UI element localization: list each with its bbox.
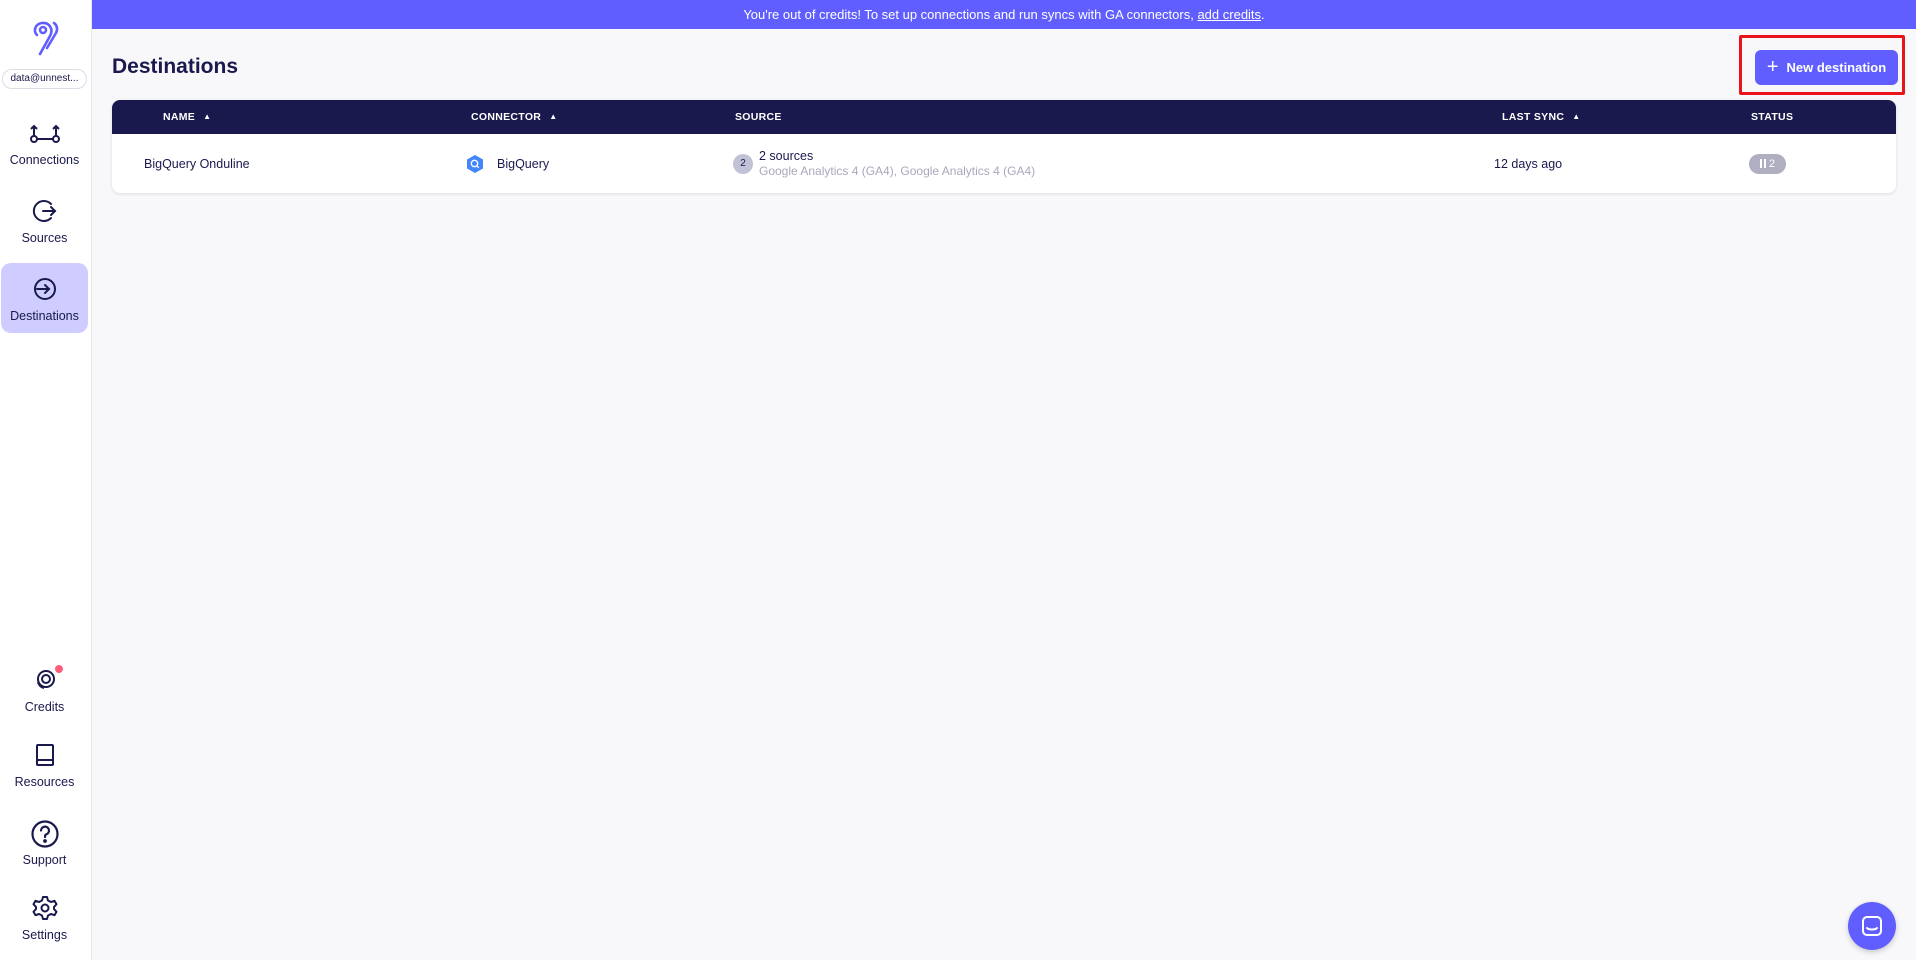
column-header-last-sync[interactable]: LAST SYNC ▲ (1502, 100, 1580, 134)
sort-up-icon: ▲ (549, 112, 558, 121)
status-badge: 2 (1749, 153, 1786, 174)
airbyte-logo-icon[interactable] (26, 18, 62, 58)
new-destination-label: New destination (1786, 60, 1887, 75)
notification-dot (54, 664, 64, 674)
chat-launcher-button[interactable] (1848, 902, 1896, 950)
book-icon (35, 744, 54, 766)
sidebar-item-resources[interactable]: Resources (1, 729, 88, 799)
destination-name: BigQuery Onduline (144, 156, 250, 171)
sidebar-item-credits[interactable]: Credits (1, 654, 88, 724)
sidebar-item-settings[interactable]: Settings (1, 882, 88, 952)
source-count-text: 2 sources (759, 148, 814, 163)
column-header-name[interactable]: NAME ▲ (163, 100, 211, 134)
pause-icon (1759, 159, 1766, 168)
connections-icon (29, 124, 60, 143)
workspace-selector[interactable]: data@unnest... (2, 69, 87, 89)
sidebar-item-label: Connections (9, 153, 80, 167)
sidebar-item-sources[interactable]: Sources (1, 185, 88, 255)
help-icon (30, 820, 59, 848)
page-title: Destinations (112, 55, 239, 78)
add-credits-link[interactable]: add credits (1197, 7, 1261, 22)
sidebar-item-connections[interactable]: Connections (1, 107, 88, 177)
sidebar-item-label: Destinations (10, 309, 79, 323)
header-label: CONNECTOR (471, 111, 542, 123)
new-destination-button[interactable]: + New destination (1755, 50, 1898, 85)
table-header: NAME ▲ CONNECTOR ▲ SOURCE LAST SYNC ▲ ST… (112, 100, 1896, 134)
source-count-badge: 2 (733, 153, 753, 174)
last-sync: 12 days ago (1494, 156, 1563, 171)
status-cell: 2 (1749, 134, 1786, 193)
column-header-status: STATUS (1751, 100, 1793, 134)
sort-up-icon: ▲ (1572, 112, 1581, 121)
bigquery-icon (467, 154, 483, 173)
chat-icon (1862, 916, 1882, 936)
header-label: LAST SYNC (1502, 111, 1565, 123)
sidebar-item-destinations[interactable]: Destinations (1, 263, 88, 333)
banner-text: You're out of credits! To set up connect… (743, 7, 1198, 22)
connector-cell: BigQuery (465, 134, 549, 193)
sidebar-item-label: Resources (14, 775, 75, 789)
app-root: data@unnest... Connections Sources Desti… (0, 0, 1916, 960)
sidebar-item-label: Support (22, 853, 67, 867)
sidebar-item-label: Settings (21, 928, 68, 942)
sources-icon (32, 200, 56, 222)
sidebar: data@unnest... Connections Sources Desti… (0, 0, 92, 960)
header-label: NAME (163, 111, 196, 123)
source-names: Google Analytics 4 (GA4), Google Analyti… (759, 163, 1036, 178)
table-row[interactable]: BigQuery Onduline BigQuery 2 2 sources G… (112, 134, 1896, 193)
sidebar-item-label: Sources (21, 231, 68, 245)
sidebar-item-support[interactable]: Support (1, 807, 88, 877)
sort-up-icon: ▲ (203, 112, 212, 121)
source-cell: 2 2 sources Google Analytics 4 (GA4), Go… (733, 134, 1035, 193)
header-label: STATUS (1751, 111, 1794, 123)
header-label: SOURCE (735, 111, 782, 123)
sidebar-item-label: Credits (24, 700, 65, 714)
plus-icon: + (1766, 55, 1779, 78)
column-header-connector[interactable]: CONNECTOR ▲ (471, 100, 557, 134)
destinations-table: NAME ▲ CONNECTOR ▲ SOURCE LAST SYNC ▲ ST… (112, 100, 1896, 193)
destinations-icon (33, 278, 56, 300)
connector-name: BigQuery (497, 156, 550, 171)
gear-icon (32, 896, 57, 920)
status-count: 2 (1768, 157, 1776, 170)
column-header-source: SOURCE (735, 100, 782, 134)
banner-suffix: . (1261, 7, 1265, 22)
out-of-credits-banner: You're out of credits! To set up connect… (92, 0, 1916, 29)
